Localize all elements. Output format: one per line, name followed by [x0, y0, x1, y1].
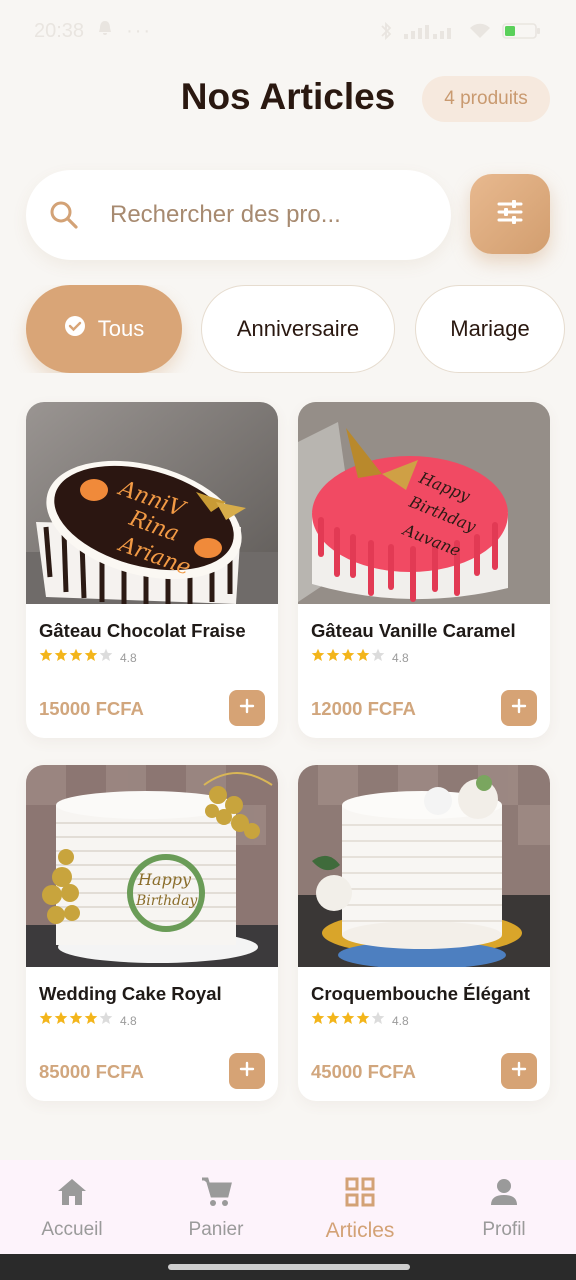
product-photo: AnniV Rina Ariane	[26, 402, 278, 604]
check-circle-icon	[64, 315, 86, 343]
wifi-icon	[468, 22, 492, 40]
sliders-icon	[495, 197, 525, 232]
rating-value: 4.8	[392, 1013, 409, 1028]
nav-item-panier[interactable]: Panier	[144, 1160, 288, 1254]
product-card[interactable]: Croquembouche Élégant 4.8 45000 FCFA	[298, 765, 550, 1101]
product-name: Wedding Cake Royal	[39, 983, 222, 1004]
status-bar: 20:38 ···	[0, 0, 576, 62]
search-icon	[48, 199, 80, 231]
add-to-cart-button[interactable]	[501, 1053, 537, 1089]
star-icon	[311, 1011, 325, 1030]
star-icon	[84, 1011, 98, 1030]
star-icon	[356, 1011, 370, 1030]
star-empty-icon	[99, 648, 113, 667]
home-indicator[interactable]	[168, 1264, 410, 1270]
star-icon	[311, 648, 325, 667]
star-empty-icon	[371, 648, 385, 667]
add-to-cart-button[interactable]	[501, 690, 537, 726]
star-icon	[84, 648, 98, 667]
star-icon	[341, 1011, 355, 1030]
product-card[interactable]: AnniV Rina Ariane Gâteau Chocolat Fraise…	[26, 402, 278, 738]
home-icon	[55, 1176, 89, 1213]
plus-icon	[239, 698, 255, 719]
svg-text:Birthday: Birthday	[135, 893, 198, 909]
bluetooth-icon	[380, 21, 392, 41]
star-icon	[356, 648, 370, 667]
grid-icon	[344, 1176, 376, 1213]
status-time: 20:38	[34, 19, 85, 42]
product-price: 45000 FCFA	[311, 1061, 416, 1082]
search-input[interactable]	[110, 201, 380, 229]
star-icon	[54, 1011, 68, 1030]
rating-value: 4.8	[120, 650, 137, 665]
plus-icon	[239, 1061, 255, 1082]
product-rating: 4.8	[39, 648, 137, 667]
star-icon	[341, 648, 355, 667]
product-photo	[298, 765, 550, 967]
nav-item-profil[interactable]: Profil	[432, 1160, 576, 1254]
nav-label: Articles	[325, 1219, 395, 1242]
nav-item-articles[interactable]: Articles	[288, 1160, 432, 1254]
person-icon	[488, 1176, 520, 1213]
rating-value: 4.8	[120, 1013, 137, 1028]
more-icon: ···	[126, 19, 153, 42]
nav-label: Panier	[188, 1219, 244, 1240]
svg-text:Happy: Happy	[137, 870, 192, 889]
chip-label: Mariage	[450, 316, 530, 341]
star-icon	[326, 1011, 340, 1030]
star-empty-icon	[371, 1011, 385, 1030]
star-icon	[69, 648, 83, 667]
star-icon	[39, 648, 53, 667]
chip-label: Tous	[97, 316, 145, 341]
plus-icon	[511, 698, 527, 719]
product-card[interactable]: Happy Birthday Auvane Gâteau Vanille Car…	[298, 402, 550, 738]
nav-label: Accueil	[41, 1219, 103, 1240]
chip-tous[interactable]: Tous	[26, 285, 182, 373]
search-box[interactable]	[26, 170, 451, 260]
star-icon	[39, 1011, 53, 1030]
chip-anniversaire[interactable]: Anniversaire	[201, 285, 395, 373]
category-chips: Tous Anniversaire Mariage	[0, 285, 576, 373]
header: Nos Articles 4 produits	[0, 66, 576, 132]
product-rating: 4.8	[311, 648, 409, 667]
product-name: Gâteau Vanille Caramel	[311, 620, 516, 641]
battery-icon	[502, 22, 542, 40]
star-icon	[54, 648, 68, 667]
system-nav-bar	[0, 1254, 576, 1280]
signal-icon	[402, 22, 458, 40]
product-photo: Happy Birthday	[26, 765, 278, 967]
product-price: 85000 FCFA	[39, 1061, 144, 1082]
star-icon	[326, 648, 340, 667]
add-to-cart-button[interactable]	[229, 690, 265, 726]
plus-icon	[511, 1061, 527, 1082]
rating-value: 4.8	[392, 650, 409, 665]
product-rating: 4.8	[311, 1011, 409, 1030]
product-name: Gâteau Chocolat Fraise	[39, 620, 246, 641]
search-row	[26, 170, 550, 260]
nav-item-accueil[interactable]: Accueil	[0, 1160, 144, 1254]
product-photo: Happy Birthday Auvane	[298, 402, 550, 604]
product-count-badge: 4 produits	[422, 76, 550, 122]
notification-icon	[96, 19, 114, 43]
product-rating: 4.8	[39, 1011, 137, 1030]
product-price: 15000 FCFA	[39, 698, 144, 719]
bottom-nav: Accueil Panier Articles Profil	[0, 1160, 576, 1254]
star-icon	[69, 1011, 83, 1030]
add-to-cart-button[interactable]	[229, 1053, 265, 1089]
cart-icon	[199, 1176, 233, 1213]
chip-mariage[interactable]: Mariage	[415, 285, 565, 373]
product-name: Croquembouche Élégant	[311, 983, 530, 1004]
nav-label: Profil	[482, 1219, 526, 1240]
filter-button[interactable]	[470, 174, 550, 254]
star-empty-icon	[99, 1011, 113, 1030]
chip-label: Anniversaire	[236, 316, 360, 341]
product-card[interactable]: Happy Birthday Wedding Cake Royal 4.8 85…	[26, 765, 278, 1101]
product-price: 12000 FCFA	[311, 698, 416, 719]
